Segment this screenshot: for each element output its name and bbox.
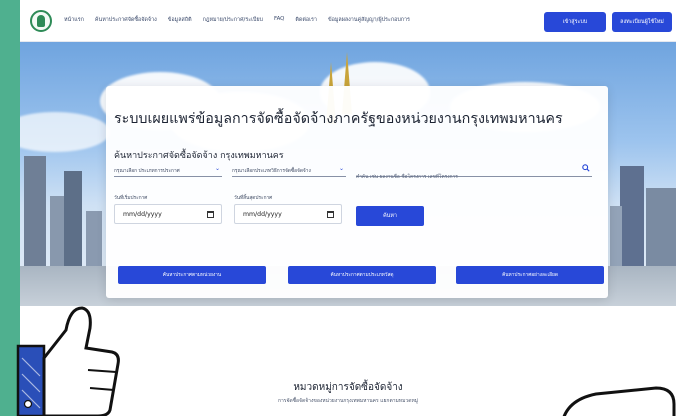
building bbox=[86, 211, 102, 266]
nav-faq[interactable]: FAQ bbox=[274, 16, 284, 24]
search-by-material-button[interactable]: ค้นหาประกาศตามประเภทวัสดุ bbox=[288, 266, 436, 284]
end-date-label: วันที่สิ้นสุดประกาศ bbox=[234, 196, 273, 201]
start-date-label: วันที่เริ่มประกาศ bbox=[114, 196, 148, 201]
nav-home[interactable]: หน้าแรก bbox=[64, 16, 84, 24]
nav-contact[interactable]: ติดต่อเรา bbox=[295, 16, 317, 24]
chevron-down-icon: ⌄ bbox=[338, 165, 344, 172]
announcement-type-value: กรุณาเลือก ประเภทการประกาศ bbox=[114, 169, 180, 174]
register-button[interactable]: ลงทะเบียนผู้ใช้ใหม่ bbox=[612, 12, 672, 32]
building bbox=[620, 166, 644, 266]
building bbox=[610, 206, 622, 266]
nav-search-announcements[interactable]: ค้นหาประกาศจัดซื้อจัดจ้าง bbox=[95, 16, 157, 24]
hero-banner: ระบบเผยแพร่ข้อมูลการจัดซื้อจัดจ้างภาครัฐ… bbox=[20, 42, 676, 306]
announcement-type-select[interactable]: กรุณาเลือก ประเภทการประกาศ ⌄ bbox=[114, 163, 222, 177]
search-by-agency-button[interactable]: ค้นหาประกาศตามหน่วยงาน bbox=[118, 266, 266, 284]
nav-contractor-info[interactable]: ข้อมูลผลงานคู่สัญญา/ผู้ประกอบการ bbox=[328, 16, 410, 24]
keyword-input[interactable] bbox=[356, 171, 576, 184]
thumbs-up-icon bbox=[16, 306, 120, 416]
top-header: หน้าแรก ค้นหาประกาศจัดซื้อจัดจ้าง ข้อมูล… bbox=[20, 0, 676, 42]
building bbox=[646, 188, 676, 266]
advanced-search-button[interactable]: ค้นหาประกาศอย่างละเอียด bbox=[456, 266, 604, 284]
nav-statistics[interactable]: ข้อมูลสถิติ bbox=[168, 16, 192, 24]
panel-title: ระบบเผยแพร่ข้อมูลการจัดซื้อจัดจ้างภาครัฐ… bbox=[114, 111, 563, 127]
nav-laws[interactable]: กฎหมาย/ประกาศ/ระเบียบ bbox=[203, 16, 263, 24]
calendar-icon[interactable] bbox=[207, 211, 214, 218]
end-date-input[interactable]: mm/dd/yyyy bbox=[234, 204, 342, 224]
search-icon[interactable] bbox=[582, 164, 590, 172]
search-button[interactable]: ค้นหา bbox=[356, 206, 424, 226]
calendar-icon[interactable] bbox=[327, 211, 334, 218]
procurement-method-select[interactable]: กรุณาเลือกประเภทวิธีการจัดซื้อจัดจ้าง ⌄ bbox=[232, 163, 346, 177]
building bbox=[24, 156, 46, 266]
logo-icon[interactable] bbox=[30, 10, 52, 32]
panel-subtitle: ค้นหาประกาศจัดซื้อจัดจ้าง กรุงเทพมหานคร bbox=[114, 151, 284, 161]
start-date-placeholder: mm/dd/yyyy bbox=[123, 210, 162, 218]
main-nav: หน้าแรก ค้นหาประกาศจัดซื้อจัดจ้าง ข้อมูล… bbox=[64, 16, 410, 24]
end-date-placeholder: mm/dd/yyyy bbox=[243, 210, 282, 218]
building bbox=[50, 196, 64, 266]
building bbox=[64, 171, 82, 266]
procurement-method-value: กรุณาเลือกประเภทวิธีการจัดซื้อจัดจ้าง bbox=[232, 169, 311, 174]
search-panel: ระบบเผยแพร่ข้อมูลการจัดซื้อจัดจ้างภาครัฐ… bbox=[106, 86, 608, 298]
keyword-field[interactable] bbox=[356, 163, 592, 184]
cloud bbox=[20, 112, 110, 152]
hand-illustration bbox=[562, 386, 676, 416]
chevron-down-icon: ⌄ bbox=[214, 165, 220, 172]
start-date-input[interactable]: mm/dd/yyyy bbox=[114, 204, 222, 224]
login-button[interactable]: เข้าสู่ระบบ bbox=[544, 12, 606, 32]
